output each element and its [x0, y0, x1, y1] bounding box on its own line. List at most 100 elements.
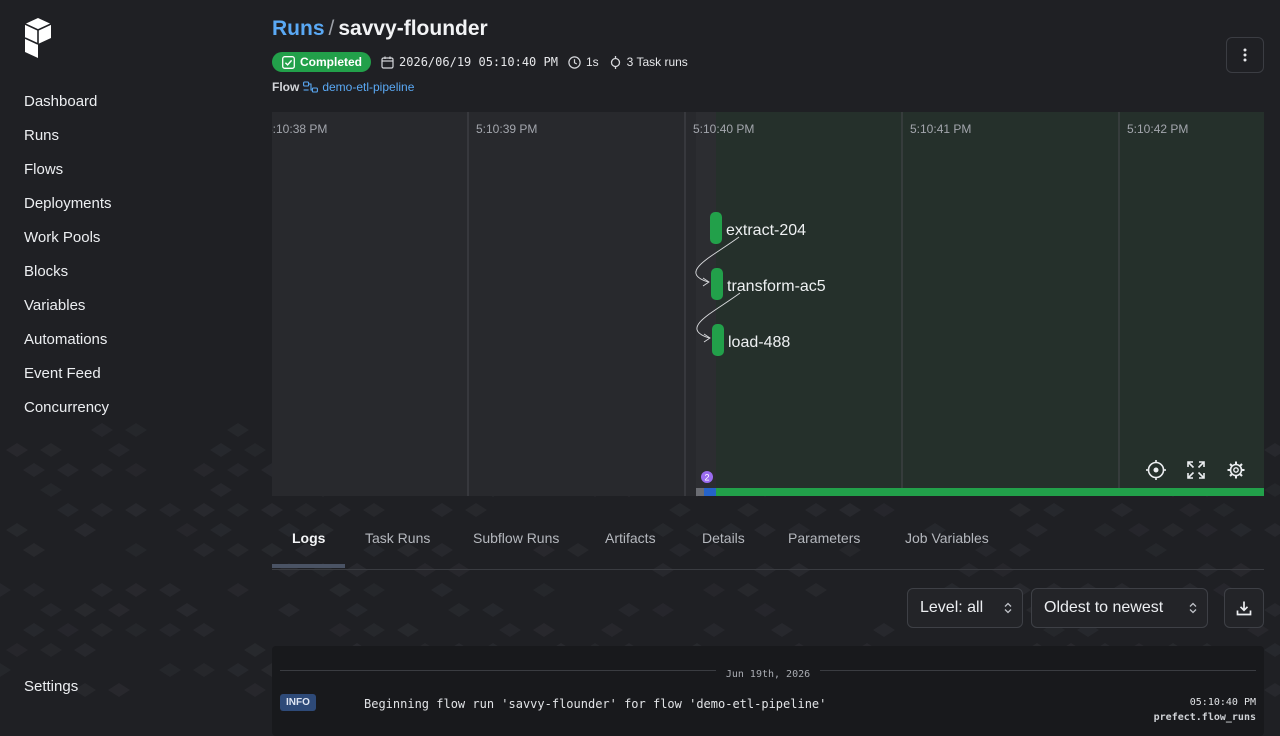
background-diamond: [1009, 503, 1031, 517]
flow-run-timeline[interactable]: 5:10:38 PM 5:10:39 PM 5:10:40 PM 5:10:41…: [272, 112, 1264, 496]
background-diamond: [1043, 503, 1065, 517]
clock-icon: [568, 55, 581, 69]
flow-label: Flow: [272, 80, 300, 94]
sidebar-item-work-pools[interactable]: Work Pools: [24, 228, 112, 262]
log-source: prefect.flow_runs: [1153, 712, 1256, 723]
tab-task-runs[interactable]: Task Runs: [365, 530, 430, 546]
duration-value: 1s: [585, 55, 599, 69]
run-meta: Completed 2026/06/19 05:10:40 PM 1s 3 Ta…: [272, 52, 688, 72]
sidebar-item-dashboard[interactable]: Dashboard: [24, 92, 112, 126]
tab-artifacts[interactable]: Artifacts: [605, 530, 656, 546]
state-bar-completed: [716, 488, 1264, 496]
sort-order-select[interactable]: Oldest to newest: [1031, 588, 1208, 628]
recenter-button[interactable]: [1146, 460, 1166, 480]
sort-order-value: Oldest to newest: [1044, 599, 1164, 616]
logs-panel[interactable]: Jun 19th, 2026 INFO Beginning flow run '…: [272, 646, 1264, 736]
tick-label: 5:10:40 PM: [693, 122, 754, 136]
tab-logs[interactable]: Logs: [292, 530, 325, 546]
sidebar-item-concurrency[interactable]: Concurrency: [24, 398, 112, 432]
sidebar-item-settings[interactable]: Settings: [24, 678, 78, 695]
tab-details[interactable]: Details: [702, 530, 745, 546]
timeline-graph[interactable]: 5:10:38 PM 5:10:39 PM 5:10:40 PM 5:10:41…: [272, 112, 1264, 496]
background-diamond: [737, 503, 759, 517]
tab-subflow-runs[interactable]: Subflow Runs: [473, 530, 559, 546]
log-date-text: Jun 19th, 2026: [715, 669, 821, 680]
sidebar-item-blocks[interactable]: Blocks: [24, 262, 112, 296]
start-time-value: 2026/06/19 05:10:40 PM: [399, 55, 558, 69]
background-diamond: [805, 503, 827, 517]
download-icon: [1236, 601, 1252, 616]
timeline-pending-area: [696, 112, 716, 496]
fullscreen-button[interactable]: [1186, 460, 1206, 480]
background-diamond: [261, 503, 283, 517]
task-node-extract[interactable]: [710, 212, 722, 244]
task-runs-value: 3 Task runs: [626, 55, 688, 69]
tick-label: 5:10:38 PM: [272, 122, 327, 136]
task-runs-count[interactable]: 3 Task runs: [609, 55, 688, 69]
sidebar-item-runs[interactable]: Runs: [24, 126, 112, 160]
chevron-updown-icon: [1189, 602, 1197, 614]
run-tabs: Logs Task Runs Subflow Runs Artifacts De…: [272, 528, 1264, 570]
active-tab-indicator: [272, 564, 345, 568]
log-timestamp: 05:10:40 PM: [1189, 697, 1256, 708]
timeline-run-area: [716, 112, 1264, 496]
download-logs-button[interactable]: [1224, 588, 1264, 628]
page-title: Runs / savvy-flounder: [272, 17, 488, 41]
level-select-value: Level: all: [920, 599, 984, 616]
log-message: Beginning flow run 'savvy-flounder' for …: [364, 697, 827, 711]
task-node-load[interactable]: [712, 324, 724, 356]
crosshair-icon: [1146, 460, 1166, 480]
state-bar-pending: [696, 488, 704, 496]
log-level-badge: INFO: [280, 694, 316, 711]
graph-settings-button[interactable]: [1226, 460, 1246, 480]
event-count: 2: [704, 473, 709, 483]
background-diamond: [1264, 683, 1280, 697]
background-diamond: [1264, 523, 1280, 537]
prefect-logo[interactable]: [25, 18, 51, 58]
log-date: Jun 19th, 2026: [272, 664, 1264, 682]
background-diamond: [873, 503, 895, 517]
sidebar: Dashboard Runs Flows Deployments Work Po…: [0, 0, 250, 720]
sidebar-item-variables[interactable]: Variables: [24, 296, 112, 330]
flow-link[interactable]: demo-etl-pipeline: [303, 80, 414, 94]
task-node-label: load-488: [728, 334, 790, 351]
background-diamond: [1264, 443, 1280, 457]
task-node-transform[interactable]: [711, 268, 723, 300]
background-diamond: [1213, 503, 1235, 517]
sidebar-item-automations[interactable]: Automations: [24, 330, 112, 364]
background-diamond: [465, 503, 487, 517]
state-bar-running: [704, 488, 716, 496]
timeline-pre-run-area: [272, 112, 716, 496]
tick-label: 5:10:42 PM: [1127, 122, 1188, 136]
flow-icon: [303, 81, 319, 93]
background-diamond: [1111, 503, 1133, 517]
tick-label: 5:10:39 PM: [476, 122, 537, 136]
more-actions-button[interactable]: [1226, 37, 1264, 73]
check-square-icon: [282, 55, 295, 69]
flow-link-row: Flow demo-etl-pipeline: [272, 80, 414, 94]
gear-icon: [1227, 461, 1245, 479]
expand-icon: [1187, 461, 1205, 479]
tab-job-variables[interactable]: Job Variables: [905, 530, 989, 546]
background-diamond: [1264, 483, 1280, 497]
run-name: savvy-flounder: [338, 17, 488, 40]
sidebar-item-flows[interactable]: Flows: [24, 160, 112, 194]
breadcrumb-separator: /: [328, 17, 335, 40]
task-node-label: extract-204: [726, 222, 806, 239]
tick-label: 5:10:41 PM: [910, 122, 971, 136]
background-diamond: [1264, 603, 1280, 617]
background-diamond: [295, 503, 317, 517]
background-diamond: [431, 503, 453, 517]
kebab-menu-icon: [1243, 48, 1247, 62]
level-select[interactable]: Level: all: [907, 588, 1023, 628]
breadcrumb-runs[interactable]: Runs: [272, 17, 325, 40]
sidebar-item-event-feed[interactable]: Event Feed: [24, 364, 112, 398]
tab-parameters[interactable]: Parameters: [788, 530, 860, 546]
sidebar-nav: Dashboard Runs Flows Deployments Work Po…: [24, 92, 112, 432]
background-diamond: [669, 503, 691, 517]
calendar-icon: [381, 56, 394, 69]
flow-name: demo-etl-pipeline: [322, 80, 415, 94]
background-diamond: [1179, 503, 1201, 517]
duration: 1s: [568, 55, 599, 69]
sidebar-item-deployments[interactable]: Deployments: [24, 194, 112, 228]
